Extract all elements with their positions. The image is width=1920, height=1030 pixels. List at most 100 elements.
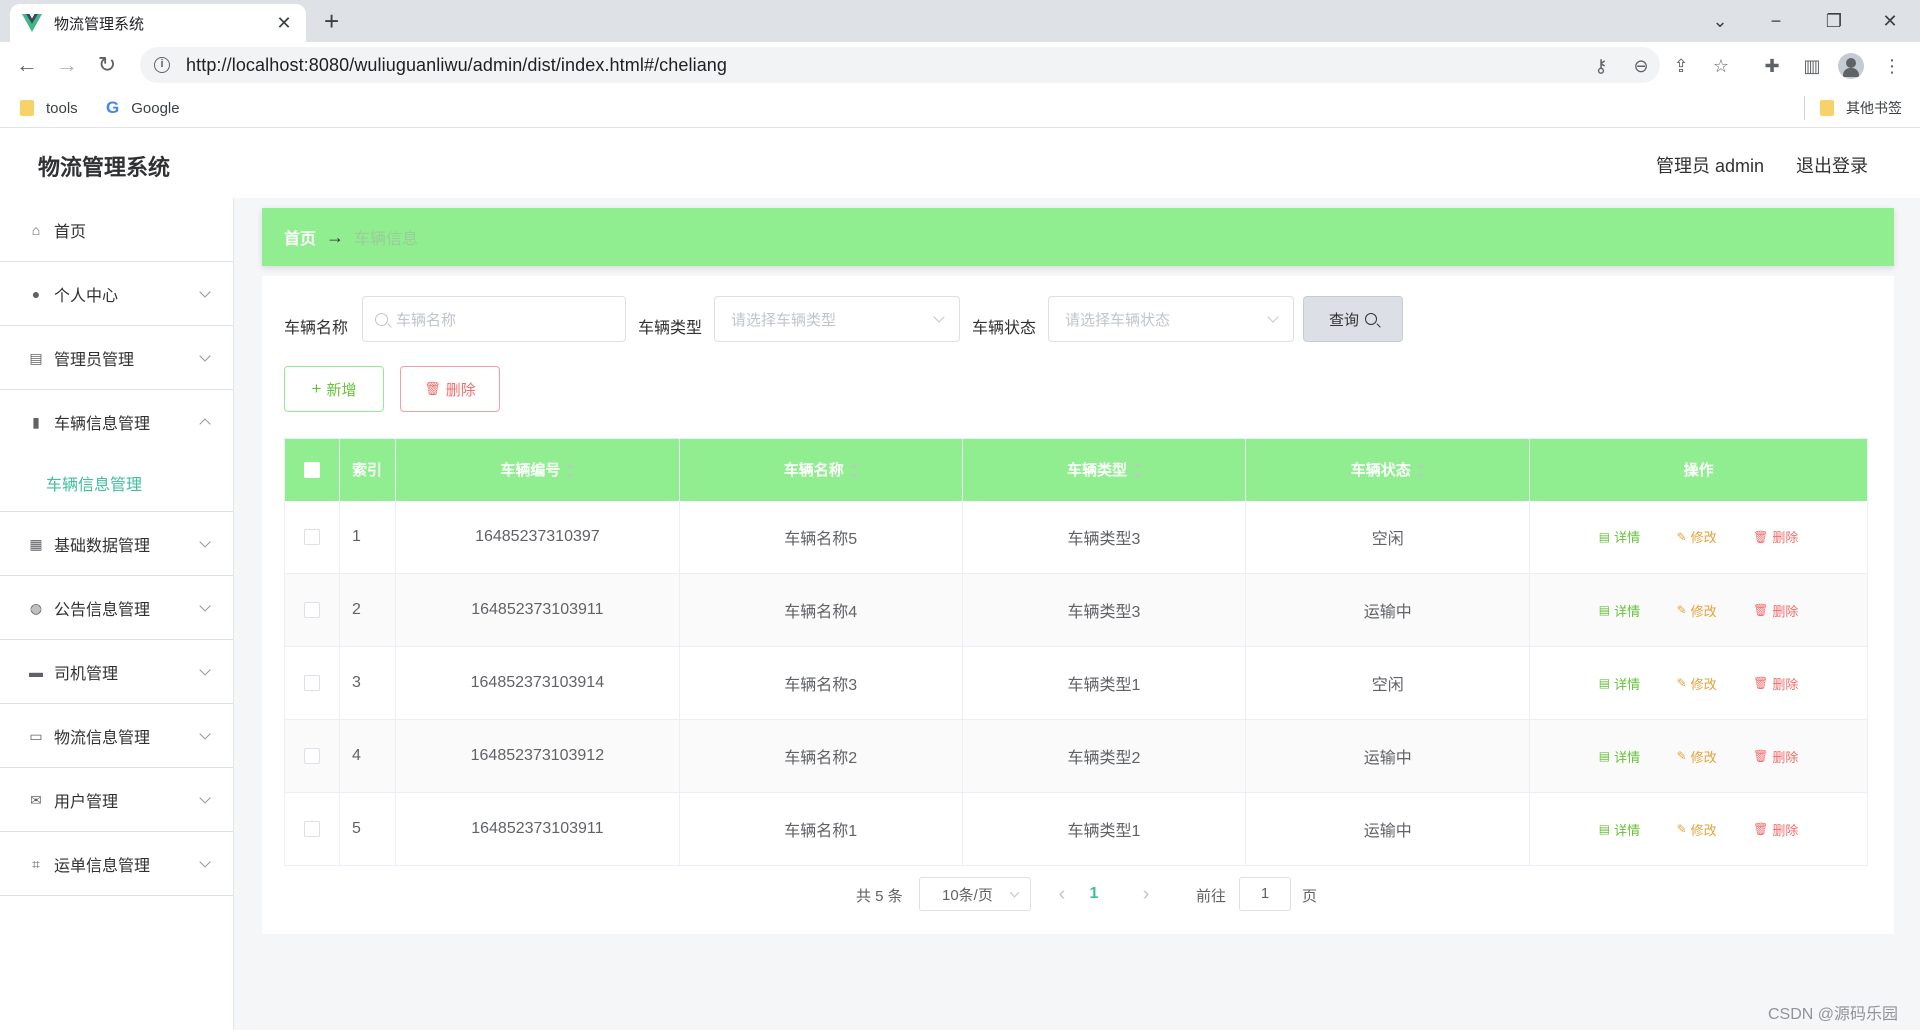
- table-row: 3 164852373103914 车辆名称3 车辆类型1 空闲 ▤ 详情 ✎ 修改…: [284, 646, 1868, 720]
- reload-icon[interactable]: ↻: [92, 50, 122, 80]
- delete-button[interactable]: 🗑 删除: [1753, 601, 1798, 620]
- edit-button[interactable]: ✎ 修改: [1677, 747, 1717, 766]
- sidebar-item-home[interactable]: ⌂ 首页: [0, 198, 233, 262]
- header-status[interactable]: 车辆状态: [1245, 438, 1531, 501]
- restore-icon[interactable]: ❐: [1814, 6, 1854, 36]
- side-panel-icon[interactable]: ▥: [1800, 54, 1824, 78]
- chevron-down-icon: [199, 856, 211, 868]
- edit-button[interactable]: ✎ 修改: [1677, 527, 1717, 546]
- minimize-icon[interactable]: −: [1756, 6, 1796, 36]
- crop-icon: ⌗: [32, 855, 40, 872]
- tab-search-icon[interactable]: ⌄: [1700, 6, 1740, 36]
- tab-close-icon[interactable]: ✕: [274, 13, 294, 34]
- profile-avatar-icon[interactable]: [1838, 53, 1864, 79]
- edit-button[interactable]: ✎ 修改: [1677, 820, 1717, 839]
- browser-tab[interactable]: 物流管理系统 ✕: [10, 4, 306, 42]
- row-checkbox[interactable]: [303, 820, 320, 837]
- detail-button[interactable]: ▤ 详情: [1599, 747, 1640, 766]
- window-close-icon[interactable]: ✕: [1870, 6, 1910, 36]
- sort-icon[interactable]: [849, 464, 858, 479]
- back-icon[interactable]: ←: [12, 50, 42, 80]
- browser-menu-icon[interactable]: ⋮: [1880, 54, 1904, 78]
- type-filter-select[interactable]: 请选择车辆类型: [714, 296, 960, 342]
- sidebar-item-waybills[interactable]: ⌗ 运单信息管理: [0, 832, 233, 896]
- share-icon[interactable]: ⇪: [1670, 55, 1692, 77]
- cell-name: 车辆名称3: [679, 646, 963, 720]
- row-checkbox[interactable]: [303, 674, 320, 691]
- cell-name: 车辆名称4: [679, 573, 963, 647]
- omnibox[interactable]: i http://localhost:8080/wuliuguanliwu/ad…: [140, 47, 1660, 83]
- status-filter-select[interactable]: 请选择车辆状态: [1048, 296, 1294, 342]
- row-checkbox[interactable]: [303, 747, 320, 764]
- breadcrumb-home[interactable]: 首页: [284, 225, 316, 249]
- header-name[interactable]: 车辆名称: [679, 438, 963, 501]
- sidebar-item-notices[interactable]: ◍ 公告信息管理: [0, 576, 233, 640]
- sort-icon[interactable]: [566, 464, 575, 479]
- key-icon[interactable]: ⚷: [1590, 55, 1612, 77]
- next-page-icon[interactable]: ›: [1136, 879, 1156, 909]
- site-info-icon[interactable]: i: [154, 57, 170, 73]
- add-button[interactable]: + 新增: [284, 366, 384, 412]
- header-type[interactable]: 车辆类型: [962, 438, 1247, 501]
- delete-button[interactable]: 🗑 删除: [1753, 527, 1798, 546]
- header-status-label: 车辆状态: [1350, 462, 1411, 480]
- sidebar-item-label: 基础数据管理: [54, 537, 151, 555]
- sidebar-item-label: 运单信息管理: [54, 857, 151, 875]
- sidebar: ⌂ 首页 ● 个人中心 ▤ 管理员管理 ▮ 车辆信息管理 车辆信息管理 ▦ 基础…: [0, 198, 234, 1030]
- detail-button[interactable]: ▤ 详情: [1599, 674, 1640, 693]
- cell-status: 运输中: [1245, 573, 1531, 647]
- batch-delete-button[interactable]: 🗑 删除: [400, 366, 500, 412]
- delete-button[interactable]: 🗑 删除: [1753, 674, 1798, 693]
- name-filter-input[interactable]: 车辆名称: [362, 296, 626, 342]
- sidebar-item-drivers[interactable]: ▬ 司机管理: [0, 640, 233, 704]
- goto-page-input[interactable]: 1: [1239, 877, 1291, 911]
- delete-button[interactable]: 🗑 删除: [1753, 747, 1798, 766]
- sidebar-item-users[interactable]: ✉ 用户管理: [0, 768, 233, 832]
- bookmark-other[interactable]: 其他书签: [1820, 96, 1902, 120]
- detail-button[interactable]: ▤ 详情: [1599, 527, 1640, 546]
- sidebar-item-basic-data[interactable]: ▦ 基础数据管理: [0, 512, 233, 576]
- row-checkbox[interactable]: [303, 528, 320, 545]
- sidebar-item-logistics[interactable]: ▭ 物流信息管理: [0, 704, 233, 768]
- cell-number: 164852373103914: [395, 646, 680, 720]
- row-checkbox[interactable]: [303, 601, 320, 618]
- zoom-icon[interactable]: ⊖: [1630, 55, 1652, 77]
- bookmark-tools[interactable]: tools: [20, 96, 78, 120]
- trash-icon: 🗑: [424, 381, 441, 396]
- table-row: 5 164852373103911 车辆名称1 车辆类型1 运输中 ▤ 详情 ✎ 修…: [284, 792, 1868, 866]
- submenu-item-vehicles[interactable]: 车辆信息管理: [0, 454, 233, 512]
- query-button[interactable]: 查询: [1303, 296, 1403, 342]
- home-icon: ⌂: [31, 221, 41, 238]
- pagination-total: 共 5 条: [856, 887, 903, 905]
- edit-button[interactable]: ✎ 修改: [1677, 674, 1717, 693]
- sort-icon[interactable]: [1132, 464, 1141, 479]
- sidebar-item-profile[interactable]: ● 个人中心: [0, 262, 233, 326]
- sort-icon[interactable]: [1416, 464, 1425, 479]
- table-header-row: 索引 车辆编号 车辆名称 车辆类型 车辆状态 操作: [284, 438, 1868, 501]
- current-page[interactable]: 1: [1082, 879, 1106, 909]
- url-text[interactable]: http://localhost:8080/wuliuguanliwu/admi…: [186, 55, 727, 76]
- sidebar-item-vehicles[interactable]: ▮ 车辆信息管理: [0, 390, 233, 454]
- new-tab-icon[interactable]: +: [324, 6, 339, 36]
- chevron-down-icon: [199, 600, 211, 612]
- cell-number: 164852373103912: [395, 719, 680, 793]
- bookmark-label: Google: [131, 99, 180, 117]
- logout-link[interactable]: 退出登录: [1796, 152, 1868, 178]
- forward-icon[interactable]: →: [52, 50, 82, 80]
- sidebar-item-admins[interactable]: ▤ 管理员管理: [0, 326, 233, 390]
- bookmark-star-icon[interactable]: ☆: [1710, 55, 1732, 77]
- extensions-icon[interactable]: ✚: [1760, 54, 1784, 78]
- delete-button[interactable]: 🗑 删除: [1753, 820, 1798, 839]
- edit-button[interactable]: ✎ 修改: [1677, 601, 1717, 620]
- detail-button[interactable]: ▤ 详情: [1599, 820, 1640, 839]
- chevron-down-icon: [199, 792, 211, 804]
- user-icon: ●: [31, 285, 41, 302]
- page-size-select[interactable]: 10条/页: [919, 877, 1031, 911]
- select-all-checkbox[interactable]: [303, 462, 320, 479]
- detail-button[interactable]: ▤ 详情: [1599, 601, 1640, 620]
- bookmark-google[interactable]: G Google: [106, 96, 180, 120]
- goto-prefix: 前往: [1196, 887, 1227, 905]
- header-select-all[interactable]: [284, 438, 340, 501]
- header-number[interactable]: 车辆编号: [395, 438, 680, 501]
- prev-page-icon[interactable]: ‹: [1052, 879, 1072, 909]
